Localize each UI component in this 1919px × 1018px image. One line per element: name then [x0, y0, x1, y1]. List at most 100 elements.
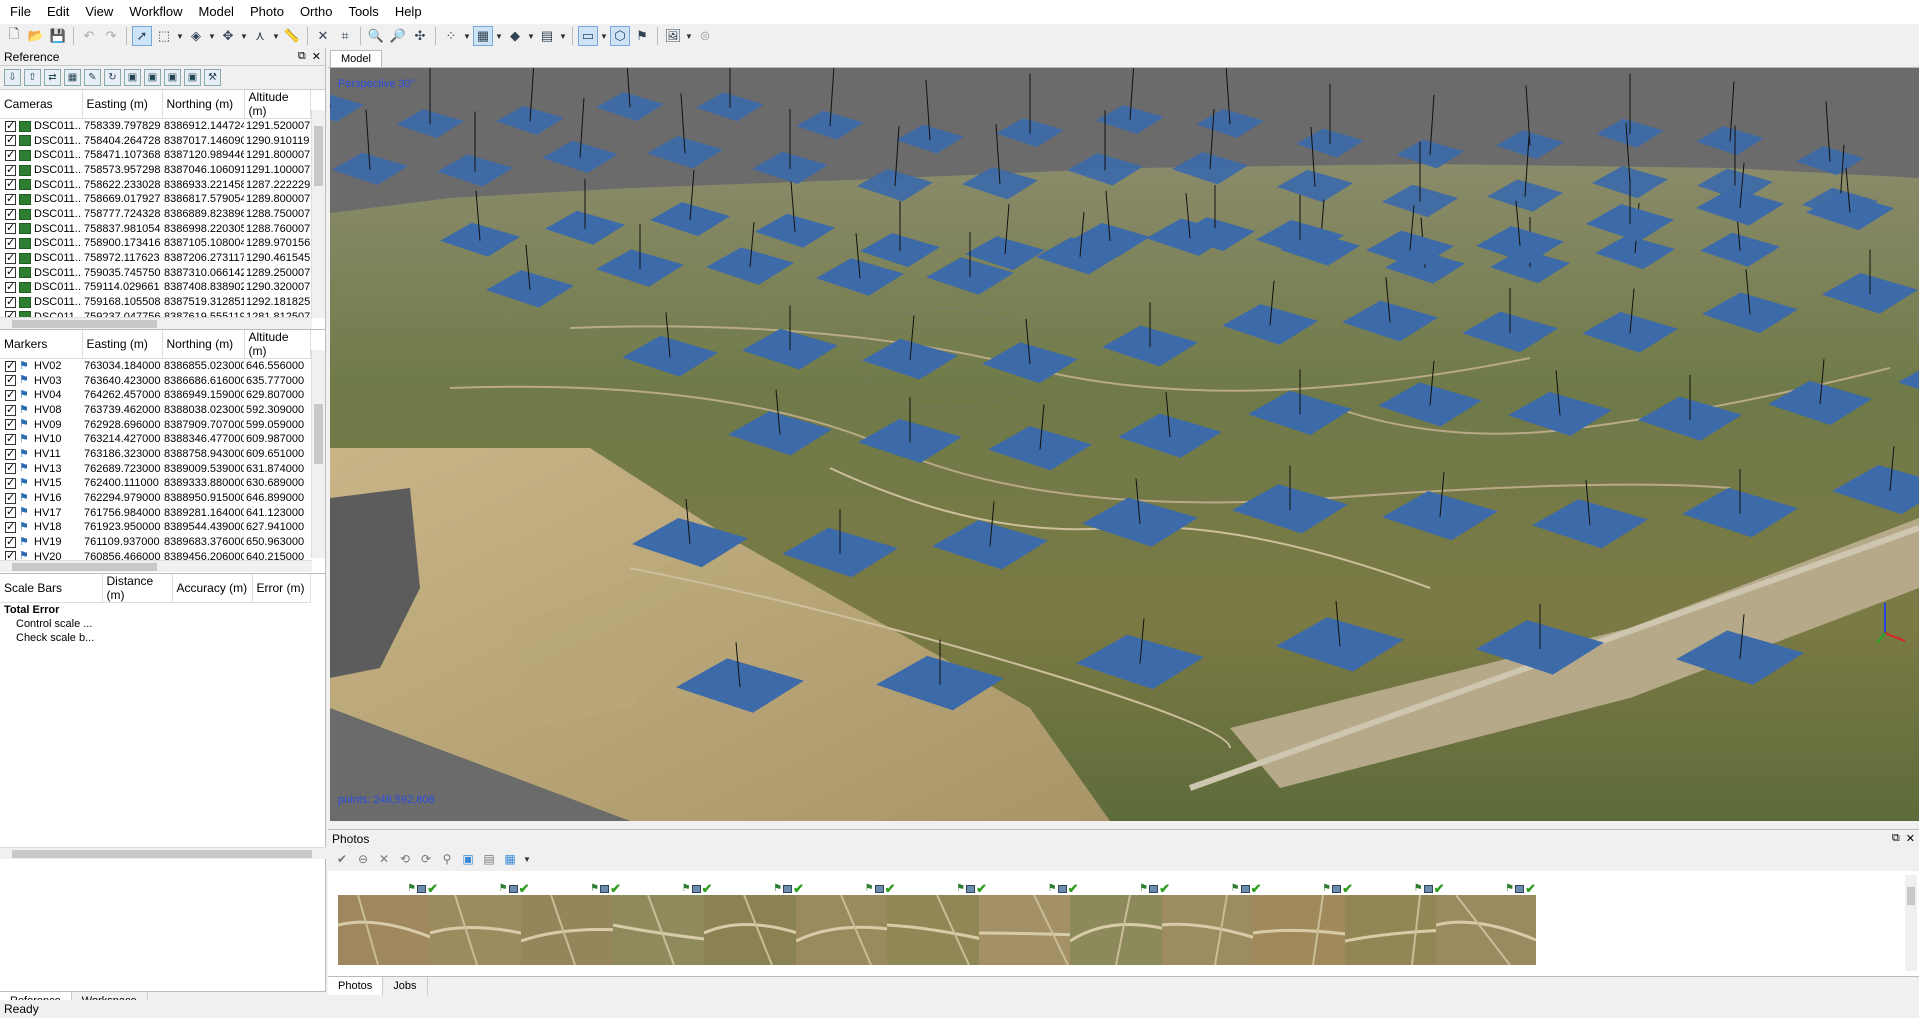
photo-thumbnail[interactable]: ⚑ ✔ — [429, 882, 532, 971]
redo-icon[interactable]: ↷ — [101, 26, 121, 46]
photo-thumbnail[interactable]: ⚑ ✔ — [1070, 882, 1172, 971]
filter-by-markers-icon[interactable]: ⚲ — [439, 851, 455, 867]
remove-cameras-icon[interactable]: ✕ — [376, 851, 392, 867]
enable-checkbox[interactable] — [5, 119, 16, 132]
column-header[interactable]: Easting (m) — [82, 330, 163, 359]
move-object-icon[interactable]: ◈ — [186, 26, 206, 46]
view-source-icon[interactable]: ▣ — [124, 69, 141, 86]
model-viewport[interactable]: Perspective 30° points: 248,592,808 — [330, 68, 1919, 821]
table-row[interactable]: ⚑ HV08 763739.462000 8388038.023000 592.3… — [0, 403, 310, 418]
photo-thumbnail[interactable]: ⚑ ✔ — [612, 882, 715, 971]
draw-polyline-icon[interactable]: ⋏ — [250, 26, 270, 46]
chevron-down-icon[interactable]: ▼ — [495, 32, 503, 41]
photo-thumbnail[interactable]: ⚑ ✔ — [795, 882, 898, 971]
stereo-icon[interactable]: ⊜ — [695, 26, 715, 46]
reset-filter-icon[interactable]: ▤ — [481, 851, 497, 867]
enable-checkbox[interactable] — [5, 133, 16, 147]
zoom-in-icon[interactable]: 🔍 — [366, 26, 386, 46]
settings-icon[interactable]: ⚒ — [204, 69, 221, 86]
table-row[interactable]: DSC011... 758972.117623 8387206.273117 1… — [0, 251, 310, 266]
table-row[interactable]: DSC011... 758404.264728 8387017.146090 1… — [0, 133, 310, 148]
enable-checkbox[interactable] — [5, 373, 16, 387]
enable-checkbox[interactable] — [5, 447, 16, 460]
chevron-down-icon[interactable]: ▼ — [463, 32, 471, 41]
point-cloud-icon[interactable]: ⁘ — [441, 26, 461, 46]
enable-checkbox[interactable] — [5, 221, 16, 235]
chevron-down-icon[interactable]: ▼ — [176, 32, 184, 41]
menu-model[interactable]: Model — [191, 0, 242, 24]
table-row[interactable]: Check scale b... — [0, 631, 310, 645]
table-row[interactable]: ⚑ HV15 762400.111000 8389333.880000 630.6… — [0, 476, 310, 491]
vertical-scrollbar[interactable] — [311, 350, 325, 558]
table-row[interactable]: Total Error — [0, 603, 310, 617]
crop-icon[interactable]: ⌗ — [335, 26, 355, 46]
reset-view-icon[interactable]: ✣ — [410, 26, 430, 46]
undo-icon[interactable]: ↶ — [79, 26, 99, 46]
table-row[interactable]: DSC011... 759168.105508 8387519.312851 1… — [0, 295, 310, 310]
rotate-right-icon[interactable]: ⟳ — [418, 851, 434, 867]
delete-selection-icon[interactable]: ✕ — [313, 26, 333, 46]
column-header[interactable]: Distance (m) — [102, 574, 173, 603]
chevron-down-icon[interactable]: ▼ — [559, 32, 567, 41]
table-row[interactable]: DSC011... 758339.797829 8386912.144724 1… — [0, 119, 310, 134]
disable-cameras-icon[interactable]: ⊖ — [355, 851, 371, 867]
enable-checkbox[interactable] — [5, 295, 16, 308]
enable-checkbox[interactable] — [5, 236, 16, 249]
zoom-out-icon[interactable]: 🔎 — [388, 26, 408, 46]
enable-checkbox[interactable] — [5, 192, 16, 205]
enable-checkbox[interactable] — [5, 163, 16, 176]
chevron-down-icon[interactable]: ▼ — [272, 32, 280, 41]
enable-checkbox[interactable] — [5, 388, 16, 401]
tab-model[interactable]: Model — [330, 50, 382, 67]
enable-checkbox[interactable] — [5, 505, 16, 519]
close-icon[interactable]: ✕ — [1906, 832, 1915, 845]
menu-tools[interactable]: Tools — [340, 0, 386, 24]
enable-checkbox[interactable] — [5, 265, 16, 279]
menu-file[interactable]: File — [2, 0, 39, 24]
column-header[interactable]: Markers — [0, 330, 83, 359]
tab-jobs[interactable]: Jobs — [383, 977, 428, 995]
move-region-icon[interactable]: ✥ — [218, 26, 238, 46]
menu-edit[interactable]: Edit — [39, 0, 77, 24]
column-header[interactable]: Northing (m) — [162, 330, 245, 359]
column-header[interactable]: Altitude (m) — [244, 90, 311, 119]
save-icon[interactable]: 💾 — [48, 26, 68, 46]
navigation-cursor-icon[interactable]: ➚ — [132, 26, 152, 46]
filter-by-point-icon[interactable]: ▣ — [460, 851, 476, 867]
photo-thumbnail[interactable]: ⚑ ✔ — [704, 882, 806, 971]
table-row[interactable]: DSC011... 758669.017927 8386817.579054 1… — [0, 192, 310, 207]
enable-checkbox[interactable] — [5, 148, 16, 161]
menu-ortho[interactable]: Ortho — [292, 0, 341, 24]
chevron-down-icon[interactable]: ▼ — [685, 32, 693, 41]
table-row[interactable]: ⚑ HV10 763214.427000 8388346.477000 609.9… — [0, 432, 310, 447]
show-markers-icon[interactable]: ⚑ — [632, 26, 652, 46]
table-row[interactable]: ⚑ HV03 763640.423000 8386686.616000 635.7… — [0, 373, 310, 388]
enable-checkbox[interactable] — [5, 476, 16, 489]
table-row[interactable]: ⚑ HV04 764262.457000 8386949.159000 629.8… — [0, 388, 310, 403]
table-row[interactable]: ⚑ HV13 762689.723000 8389009.539000 631.8… — [0, 461, 310, 476]
export-reference-icon[interactable]: ⇧ — [24, 69, 41, 86]
float-icon[interactable]: ⧉ — [1892, 832, 1900, 845]
dense-cloud-icon[interactable]: ▦ — [473, 26, 493, 46]
show-cameras-icon[interactable]: ▭ — [578, 26, 598, 46]
column-header[interactable]: Error (m) — [252, 574, 311, 603]
vertical-scrollbar[interactable] — [311, 110, 325, 318]
view-errors-icon[interactable]: ▦ — [64, 69, 81, 86]
enable-checkbox[interactable] — [5, 535, 16, 548]
table-row[interactable]: DSC011... 758900.173416 8387105.108004 1… — [0, 236, 310, 251]
table-row[interactable]: ⚑ HV02 763034.184000 8386855.023000 646.5… — [0, 359, 310, 374]
photo-thumbnail[interactable]: ⚑ ✔ — [1253, 882, 1355, 971]
table-row[interactable]: ⚑ HV11 763186.323000 8388758.943000 609.6… — [0, 447, 310, 462]
column-header[interactable]: Easting (m) — [82, 90, 163, 119]
show-images-icon[interactable]: 🖼 — [663, 26, 683, 46]
view-estimated-icon[interactable]: ▣ — [144, 69, 161, 86]
update-transform-icon[interactable]: ↻ — [104, 69, 121, 86]
photo-thumbnail[interactable]: ⚑ ✔ — [887, 882, 989, 971]
enable-checkbox[interactable] — [5, 207, 16, 220]
ruler-icon[interactable]: 📏 — [282, 26, 302, 46]
open-file-icon[interactable]: 📂 — [26, 26, 46, 46]
chevron-down-icon[interactable]: ▼ — [600, 32, 608, 41]
tiled-model-icon[interactable]: ▤ — [537, 26, 557, 46]
chevron-down-icon[interactable]: ▼ — [527, 32, 535, 41]
enable-checkbox[interactable] — [5, 177, 16, 191]
